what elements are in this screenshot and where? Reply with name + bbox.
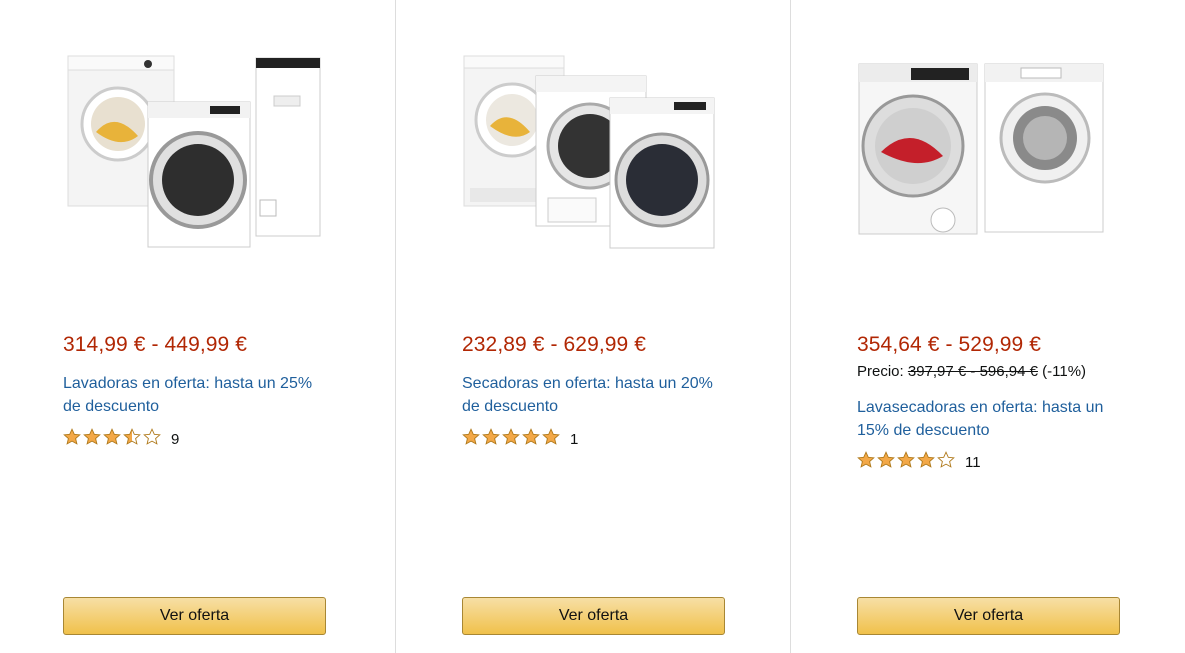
star-full-icon bbox=[542, 428, 560, 445]
price-range: 314,99 € - 449,99 € bbox=[63, 333, 248, 356]
star-full-icon bbox=[63, 428, 81, 445]
product-image-washers[interactable] bbox=[60, 40, 330, 260]
list-price: 397,97 € - 596,94 € bbox=[907, 363, 1038, 380]
star-rating[interactable]: 11 bbox=[857, 451, 981, 473]
ver-oferta-button[interactable]: Ver oferta bbox=[462, 597, 725, 635]
star-full-icon bbox=[83, 428, 101, 445]
title-line-1: Lavasecadoras en oferta: hasta un bbox=[857, 399, 1104, 416]
title-line-2: de descuento bbox=[63, 398, 160, 415]
review-count[interactable]: 11 bbox=[965, 454, 981, 471]
deal-title-link[interactable]: Secadoras en oferta: hasta un 20% de des… bbox=[462, 372, 732, 418]
title-line-1: Secadoras en oferta: hasta un 20% bbox=[462, 375, 713, 392]
deal-card-secadoras: 232,89 € - 629,99 € Secadoras en oferta:… bbox=[395, 0, 790, 653]
star-empty-icon bbox=[937, 451, 955, 468]
stars bbox=[63, 428, 163, 450]
title-line-2: de descuento bbox=[462, 398, 559, 415]
star-half-icon bbox=[123, 428, 141, 445]
deal-card-lavasecadoras: 354,64 € - 529,99 € Precio: 397,97 € - 5… bbox=[790, 0, 1185, 653]
price-range: 232,89 € - 629,99 € bbox=[462, 333, 647, 356]
review-count[interactable]: 9 bbox=[171, 431, 179, 448]
deals-grid: 314,99 € - 449,99 € Lavadoras en oferta:… bbox=[0, 0, 1185, 653]
title-line-2: 15% de descuento bbox=[857, 422, 990, 439]
stars bbox=[857, 451, 957, 473]
review-count[interactable]: 1 bbox=[570, 431, 578, 448]
discount-percent: (-11%) bbox=[1042, 363, 1087, 380]
star-empty-icon bbox=[143, 428, 161, 445]
product-image-dryers[interactable] bbox=[456, 40, 726, 260]
star-full-icon bbox=[917, 451, 935, 468]
stars bbox=[462, 428, 562, 450]
star-full-icon bbox=[482, 428, 500, 445]
star-full-icon bbox=[502, 428, 520, 445]
star-rating[interactable]: 9 bbox=[63, 428, 179, 450]
ver-oferta-button[interactable]: Ver oferta bbox=[857, 597, 1120, 635]
deal-title-link[interactable]: Lavasecadoras en oferta: hasta un 15% de… bbox=[857, 396, 1127, 442]
deal-card-lavadoras: 314,99 € - 449,99 € Lavadoras en oferta:… bbox=[0, 0, 395, 653]
list-price-label: Precio: bbox=[857, 363, 904, 380]
star-full-icon bbox=[522, 428, 540, 445]
list-price-row: Precio: 397,97 € - 596,94 € (-11%) bbox=[857, 363, 1086, 380]
star-full-icon bbox=[877, 451, 895, 468]
star-rating[interactable]: 1 bbox=[462, 428, 578, 450]
star-full-icon bbox=[897, 451, 915, 468]
product-image-washer-dryers[interactable] bbox=[851, 40, 1121, 260]
ver-oferta-button[interactable]: Ver oferta bbox=[63, 597, 326, 635]
price-range: 354,64 € - 529,99 € bbox=[857, 333, 1042, 356]
star-full-icon bbox=[462, 428, 480, 445]
star-full-icon bbox=[857, 451, 875, 468]
title-line-1: Lavadoras en oferta: hasta un 25% bbox=[63, 375, 313, 392]
star-full-icon bbox=[103, 428, 121, 445]
deal-title-link[interactable]: Lavadoras en oferta: hasta un 25% de des… bbox=[63, 372, 333, 418]
